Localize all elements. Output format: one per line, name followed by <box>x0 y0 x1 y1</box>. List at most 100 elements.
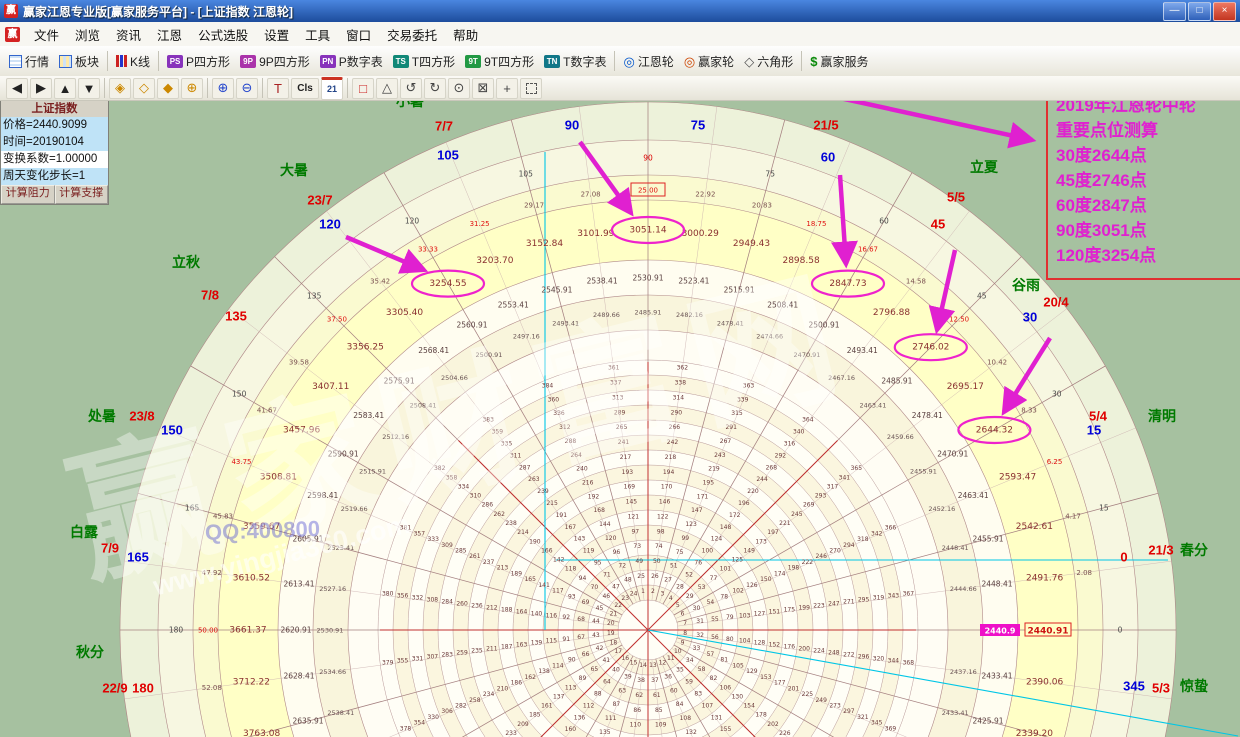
svg-text:2575.91: 2575.91 <box>384 377 415 386</box>
svg-text:56: 56 <box>711 634 719 641</box>
svg-text:199: 199 <box>798 604 810 611</box>
toolbar-button-service-dollar[interactable]: $赢家服务 <box>805 50 873 73</box>
svg-text:170: 170 <box>661 484 673 491</box>
svg-text:68: 68 <box>577 616 585 623</box>
toolbar-button-quotes-grid[interactable]: 行情 <box>4 50 54 73</box>
zoom-out-button[interactable]: ⊖ <box>236 78 258 99</box>
menu-item-3[interactable]: 江恩 <box>149 22 190 47</box>
crosshair-tool-button[interactable]: + <box>496 78 518 99</box>
menu-item-7[interactable]: 窗口 <box>338 22 379 47</box>
menu-item-8[interactable]: 交易委托 <box>379 22 445 47</box>
svg-text:259: 259 <box>456 650 468 657</box>
svg-text:4.17: 4.17 <box>1065 513 1081 521</box>
diamond-tool-1-button[interactable]: ◈ <box>109 78 131 99</box>
filter-button[interactable]: ▼ <box>78 78 100 99</box>
svg-text:130: 130 <box>732 694 744 701</box>
toolbar-label: T数字表 <box>563 53 606 70</box>
cursor-button[interactable]: ▲ <box>54 78 76 99</box>
svg-text:77: 77 <box>710 575 718 582</box>
toolbar-button-badge[interactable]: TST四方形 <box>388 50 460 73</box>
toolbar-label: 9T四方形 <box>484 53 534 70</box>
minimize-button[interactable]: — <box>1163 2 1186 21</box>
menu-item-6[interactable]: 工具 <box>297 22 338 47</box>
svg-text:363: 363 <box>743 383 755 390</box>
svg-text:45: 45 <box>977 292 987 301</box>
text-tool-button[interactable]: T <box>267 78 289 99</box>
svg-text:270: 270 <box>829 548 841 555</box>
toolbar-button-hexagon[interactable]: ◇六角形 <box>739 50 798 73</box>
svg-text:123: 123 <box>685 521 697 528</box>
menu-item-2[interactable]: 资讯 <box>108 22 149 47</box>
select-region-tool-button[interactable] <box>520 78 542 99</box>
toolbar-button-badge[interactable]: 9T9T四方形 <box>460 50 539 73</box>
menu-item-1[interactable]: 浏览 <box>67 22 108 47</box>
toolbar-button-badge[interactable]: PNP数字表 <box>315 50 388 73</box>
svg-text:3712.22: 3712.22 <box>233 678 270 688</box>
rotate-left-tool-button[interactable]: ↺ <box>400 78 422 99</box>
cls-button-button[interactable]: Cls <box>291 78 319 99</box>
svg-text:2695.17: 2695.17 <box>947 382 984 392</box>
svg-text:306: 306 <box>441 708 453 715</box>
svg-text:2463.41: 2463.41 <box>859 402 886 410</box>
triangle-tool-button[interactable]: △ <box>376 78 398 99</box>
svg-text:149: 149 <box>743 547 755 554</box>
zoom-in-button[interactable]: ⊕ <box>212 78 234 99</box>
annotation-line-2: 30度2644点 <box>1056 143 1240 168</box>
toolbar-button-gann-wheel[interactable]: ◎江恩轮 <box>618 50 678 73</box>
svg-text:2463.41: 2463.41 <box>958 491 989 500</box>
svg-text:237: 237 <box>483 559 495 566</box>
svg-text:244: 244 <box>756 476 768 483</box>
menu-item-5[interactable]: 设置 <box>256 22 297 47</box>
rotate-right-tool-button[interactable]: ↻ <box>424 78 446 99</box>
calendar-button[interactable]: 21 <box>321 77 343 100</box>
forward-button[interactable]: ▶ <box>30 78 52 99</box>
cross-rect-tool-button[interactable]: ⊠ <box>472 78 494 99</box>
svg-text:364: 364 <box>802 417 814 424</box>
diamond-tool-3-button[interactable]: ◆ <box>157 78 179 99</box>
toolbar-button-kline[interactable]: K线 <box>111 50 155 73</box>
svg-text:58: 58 <box>698 666 706 673</box>
svg-text:333: 333 <box>427 536 439 543</box>
toolbar-button-sector-grid[interactable]: 板块 <box>54 50 104 73</box>
svg-text:318: 318 <box>857 536 869 543</box>
svg-text:71: 71 <box>603 571 611 578</box>
svg-text:39.58: 39.58 <box>289 359 309 367</box>
svg-text:331: 331 <box>412 655 424 662</box>
svg-text:2500.91: 2500.91 <box>476 351 503 359</box>
calc-support-button[interactable]: 计算支撑 <box>55 185 109 204</box>
svg-text:236: 236 <box>471 603 483 610</box>
badge-icon: TN <box>544 55 560 68</box>
menu-item-9[interactable]: 帮助 <box>445 22 486 47</box>
svg-text:25.00: 25.00 <box>638 187 658 195</box>
svg-text:272: 272 <box>843 651 855 658</box>
maximize-button[interactable]: □ <box>1188 2 1211 21</box>
toolbar-label: 板块 <box>75 53 99 70</box>
rect-tool-button[interactable]: □ <box>352 78 374 99</box>
svg-text:2538.41: 2538.41 <box>587 277 618 286</box>
menu-item-4[interactable]: 公式选股 <box>190 22 256 47</box>
toolbar-button-winner-wheel[interactable]: ◎赢家轮 <box>679 50 739 73</box>
svg-text:359: 359 <box>492 429 504 436</box>
diamond-tool-4-button[interactable]: ⊕ <box>181 78 203 99</box>
svg-text:360: 360 <box>548 396 560 403</box>
circle-tool-button[interactable]: ⊙ <box>448 78 470 99</box>
svg-text:16: 16 <box>621 655 629 662</box>
svg-text:167: 167 <box>565 524 577 531</box>
svg-text:3: 3 <box>660 590 664 597</box>
svg-text:102: 102 <box>732 588 744 595</box>
svg-text:212: 212 <box>486 604 498 611</box>
svg-text:2482.16: 2482.16 <box>676 311 703 319</box>
svg-text:217: 217 <box>620 454 632 461</box>
menu-item-0[interactable]: 文件 <box>26 22 67 47</box>
diamond-tool-2-button[interactable]: ◇ <box>133 78 155 99</box>
back-button[interactable]: ◀ <box>6 78 28 99</box>
close-button[interactable]: × <box>1213 2 1236 21</box>
svg-text:271: 271 <box>843 599 855 606</box>
calc-resistance-button[interactable]: 计算阻力 <box>1 185 55 204</box>
toolbar-button-badge[interactable]: TNT数字表 <box>539 50 611 73</box>
toolbar-button-badge[interactable]: 9P9P四方形 <box>235 50 315 73</box>
svg-text:11: 11 <box>667 655 675 662</box>
svg-text:60: 60 <box>879 217 889 226</box>
toolbar-button-badge[interactable]: PSP四方形 <box>162 50 235 73</box>
svg-text:269: 269 <box>803 502 815 509</box>
